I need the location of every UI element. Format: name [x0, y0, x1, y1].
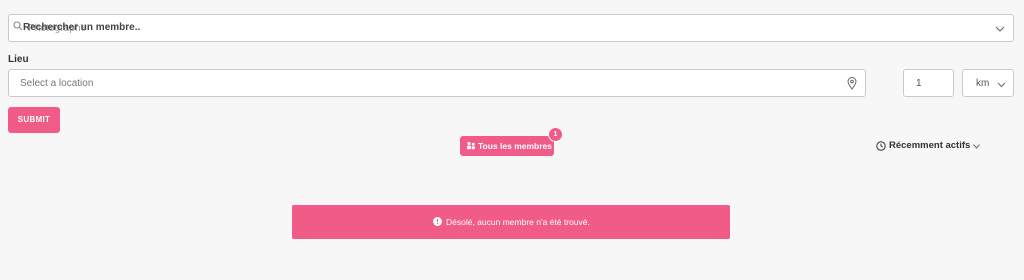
unit-value: km: [976, 78, 990, 89]
chevron-down-icon: [973, 144, 980, 149]
all-members-label: Tous les membres: [478, 141, 553, 151]
all-members-tab[interactable]: Tous les membres: [460, 136, 554, 156]
chevron-down-icon[interactable]: [995, 25, 1005, 33]
clock-icon: [876, 141, 886, 151]
info-icon: [433, 217, 442, 226]
location-placeholder: Select a location: [20, 78, 94, 89]
member-count-badge: 1: [548, 127, 563, 142]
search-input[interactable]: Rechercher un membre..: [23, 22, 140, 33]
location-label: Lieu: [8, 54, 29, 65]
chevron-down-icon: [997, 82, 1006, 88]
empty-results-message: Désolé, aucun membre n'a été trouvé.: [446, 217, 590, 227]
radius-input[interactable]: 1: [903, 69, 954, 97]
member-search-field[interactable]: Photographe Rechercher un membre..: [8, 14, 1014, 42]
location-input[interactable]: Select a location: [8, 69, 866, 97]
radius-value: 1: [916, 78, 922, 89]
sort-label: Récemment actifs: [889, 140, 971, 151]
submit-button[interactable]: SUBMIT: [8, 107, 60, 133]
unit-select[interactable]: km: [962, 69, 1014, 97]
search-icon: [13, 21, 23, 31]
location-pin-icon[interactable]: [847, 77, 857, 90]
members-icon: [467, 141, 475, 150]
empty-results-alert: Désolé, aucun membre n'a été trouvé.: [292, 205, 730, 239]
